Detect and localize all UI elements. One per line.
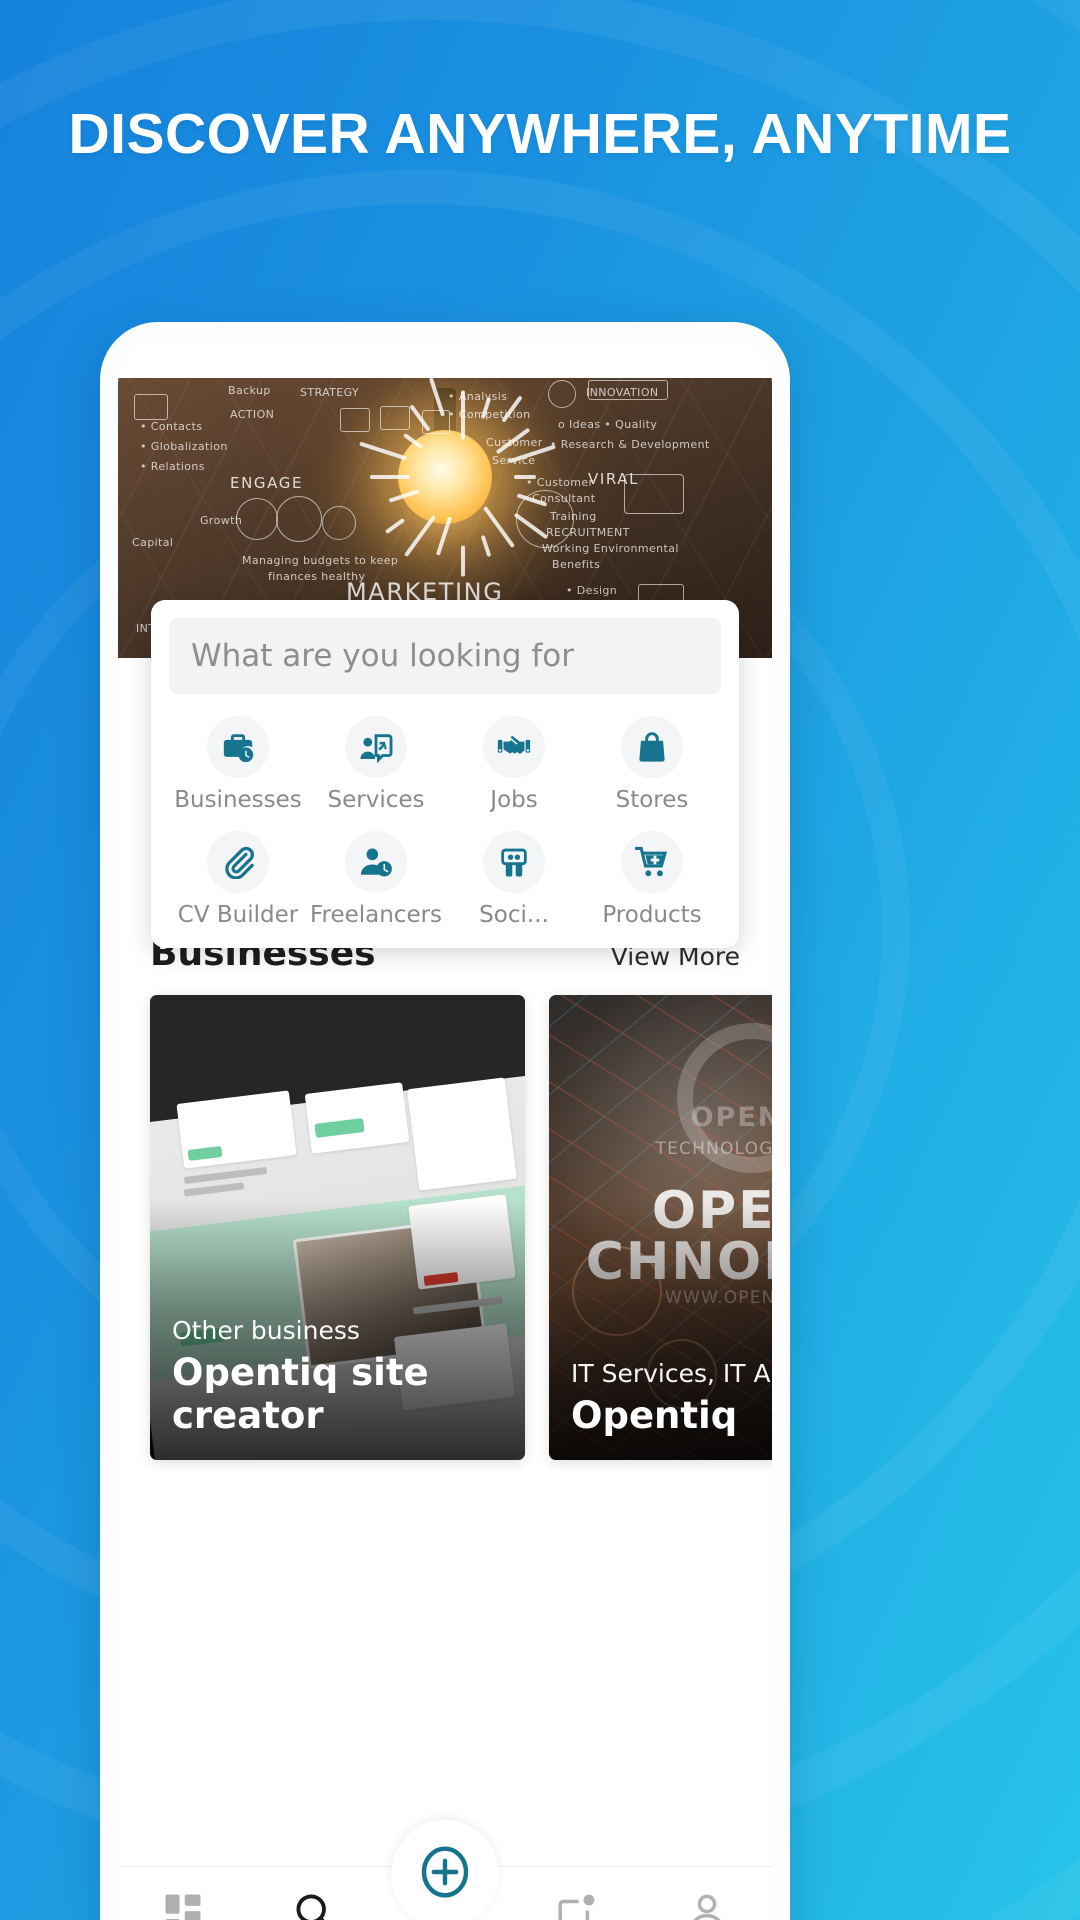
lightbulb-glow [398,430,492,524]
business-card-row: Other business Opentiq site creator OPEN… [150,995,772,1460]
paperclip-icon [207,831,269,893]
person-icon [686,1891,728,1920]
card-caption: IT Services, IT A Opentiq [571,1359,772,1438]
category-cv-builder[interactable]: CV Builder [169,831,307,928]
search-icon [293,1891,335,1920]
category-label: Services [327,787,425,813]
category-services[interactable]: Services [307,716,445,813]
add-fab-button[interactable] [391,1820,499,1920]
shopping-bag-icon [621,716,683,778]
category-label: CV Builder [177,902,299,928]
category-products[interactable]: Products [583,831,721,928]
plus-circle-icon [417,1844,473,1905]
briefcase-clock-icon [207,716,269,778]
category-label: Freelancers [309,902,443,928]
card-brand-top: OPEN [690,1101,772,1133]
business-card[interactable]: OPEN TECHNOLOGY SO OPEN CHNOLOG WWW.OPEN… [549,995,772,1460]
status-bar-area [118,340,772,378]
card-brand-sub: TECHNOLOGY SO [655,1139,772,1160]
business-card[interactable]: Other business Opentiq site creator [150,995,525,1460]
bulb-ray [370,475,410,479]
card-title: Opentiq site creator [172,1350,429,1438]
category-label: Soci... [479,902,549,928]
category-grid: Businesses Services Jobs Stores CV Build… [169,716,721,928]
card-subtitle: IT Services, IT A [571,1359,771,1389]
nav-profile[interactable] [641,1891,772,1920]
card-subtitle: Other business [172,1315,360,1345]
search-input[interactable]: What are you looking for [169,618,721,694]
nav-notes[interactable] [510,1891,641,1920]
phone-screen: • Contacts • Globalization • Relations E… [118,340,772,1920]
person-screen-icon [345,716,407,778]
category-stores[interactable]: Stores [583,716,721,813]
nav-dashboard[interactable] [118,1891,249,1920]
category-jobs[interactable]: Jobs [445,716,583,813]
card-caption: Other business Opentiq site creator [172,1316,509,1438]
social-group-icon [483,831,545,893]
handshake-icon [483,716,545,778]
phone-mockup: • Contacts • Globalization • Relations E… [100,322,790,1920]
category-businesses[interactable]: Businesses [169,716,307,813]
category-label: Products [602,902,702,928]
category-freelancers[interactable]: Freelancers [307,831,445,928]
nav-search[interactable] [249,1891,380,1920]
page-headline: DISCOVER ANYWHERE, ANYTIME [68,102,1012,166]
card-title: Opentiq [571,1394,738,1438]
category-label: Businesses [174,787,302,813]
bulb-ray [461,545,465,577]
search-card: What are you looking for Businesses Serv… [151,600,739,948]
shopping-cart-icon [621,831,683,893]
category-label: Jobs [490,787,538,813]
grid-icon [162,1891,204,1920]
note-badge-icon [555,1891,597,1920]
person-clock-icon [345,831,407,893]
category-label: Stores [615,787,689,813]
category-social[interactable]: Soci... [445,831,583,928]
